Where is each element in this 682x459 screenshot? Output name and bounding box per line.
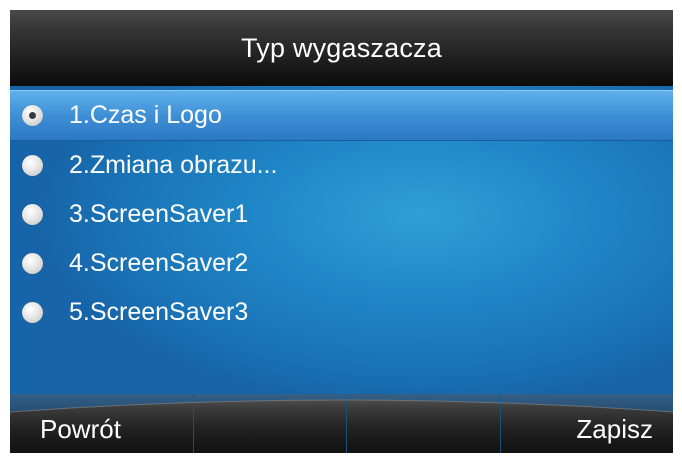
options-panel: 1.Czas i Logo 2.Zmiana obrazu... 3.Scree… bbox=[10, 86, 673, 394]
radio-selected-icon[interactable] bbox=[22, 105, 43, 126]
save-softkey[interactable]: Zapisz bbox=[499, 394, 674, 453]
option-row-4[interactable]: 4.ScreenSaver2 bbox=[10, 239, 673, 288]
softkey-2[interactable] bbox=[192, 394, 347, 453]
option-row-5[interactable]: 5.ScreenSaver3 bbox=[10, 288, 673, 337]
radio-unselected-icon[interactable] bbox=[22, 204, 43, 225]
save-softkey-label: Zapisz bbox=[576, 414, 653, 444]
option-row-2[interactable]: 2.Zmiana obrazu... bbox=[10, 141, 673, 190]
back-softkey[interactable]: Powrót bbox=[10, 394, 193, 453]
back-softkey-label: Powrót bbox=[40, 414, 121, 444]
softkey-3[interactable] bbox=[346, 394, 500, 453]
title-bar: Typ wygaszacza bbox=[10, 10, 673, 86]
radio-unselected-icon[interactable] bbox=[22, 155, 43, 176]
phone-screen: Typ wygaszacza 1.Czas i Logo 2.Zmiana ob… bbox=[10, 10, 673, 453]
option-label: 1.Czas i Logo bbox=[69, 101, 222, 129]
option-row-1[interactable]: 1.Czas i Logo bbox=[10, 90, 673, 141]
option-label: 5.ScreenSaver3 bbox=[69, 298, 249, 326]
radio-unselected-icon[interactable] bbox=[22, 302, 43, 323]
option-row-3[interactable]: 3.ScreenSaver1 bbox=[10, 190, 673, 239]
radio-unselected-icon[interactable] bbox=[22, 253, 43, 274]
softkey-bar: Powrót Zapisz bbox=[10, 394, 673, 453]
option-label: 3.ScreenSaver1 bbox=[69, 200, 249, 228]
screen-title: Typ wygaszacza bbox=[241, 32, 442, 63]
screensaver-type-list: 1.Czas i Logo 2.Zmiana obrazu... 3.Scree… bbox=[10, 90, 673, 337]
option-label: 2.Zmiana obrazu... bbox=[69, 151, 278, 179]
option-label: 4.ScreenSaver2 bbox=[69, 249, 249, 277]
